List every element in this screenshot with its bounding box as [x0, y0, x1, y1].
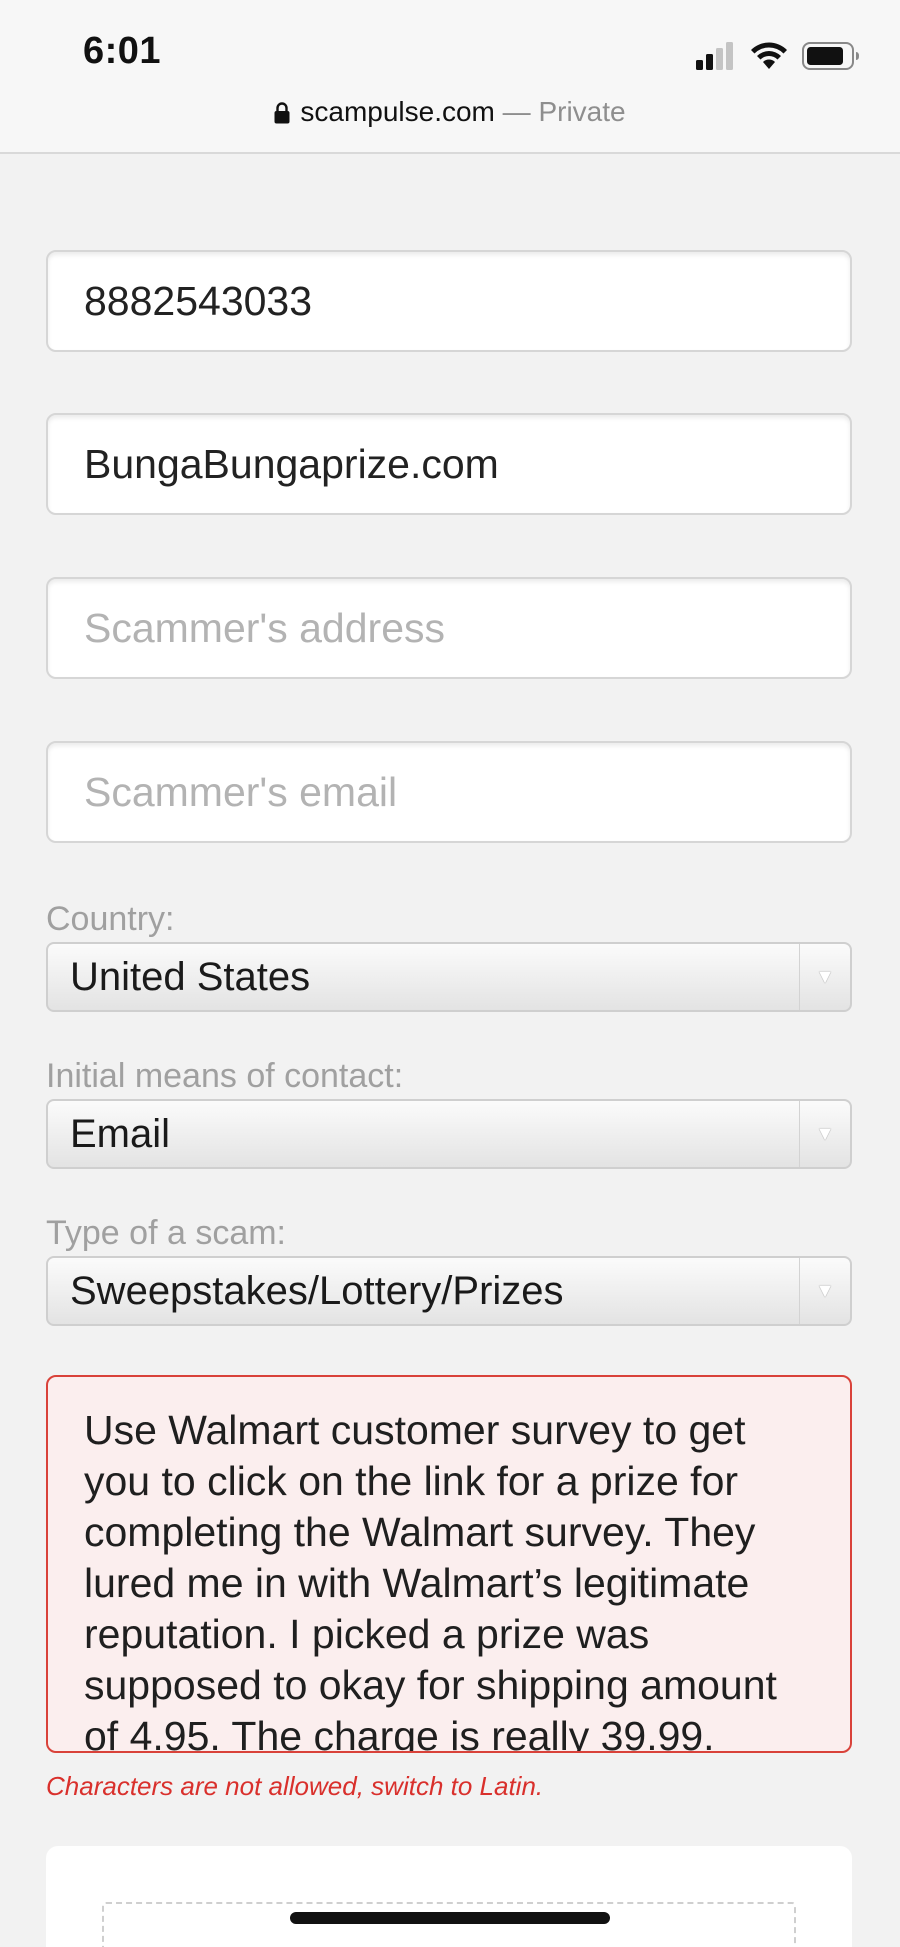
contact-means-selected-value: Email — [70, 1111, 171, 1156]
battery-icon — [802, 42, 859, 70]
email-input[interactable] — [48, 743, 850, 841]
scam-type-label: Type of a scam: — [46, 1214, 286, 1252]
description-error-message: Characters are not allowed, switch to La… — [46, 1771, 544, 1801]
signal-bars-icon — [696, 42, 733, 70]
dropdown-arrow-icon: ▼ — [799, 1258, 850, 1324]
url-separator: — — [502, 96, 531, 127]
wifi-icon — [751, 42, 787, 69]
country-selected-value: United States — [70, 954, 311, 999]
upload-card — [46, 1846, 852, 1947]
website-input[interactable] — [48, 415, 850, 513]
report-form: Country: United States ▼ Initial means o… — [0, 0, 900, 1947]
file-drop-zone[interactable] — [102, 1902, 796, 1947]
status-icons — [696, 38, 860, 74]
description-field[interactable]: Use Walmart customer survey to get you t… — [46, 1375, 852, 1753]
url-bar[interactable]: scampulse.com — Private — [0, 96, 900, 128]
scam-type-select[interactable]: Sweepstakes/Lottery/Prizes ▼ — [46, 1256, 852, 1326]
contact-means-select[interactable]: Email ▼ — [46, 1099, 852, 1169]
description-textarea[interactable]: Use Walmart customer survey to get you t… — [48, 1377, 850, 1751]
url-domain: scampulse.com — [300, 96, 495, 127]
private-mode-label: Private — [538, 96, 626, 127]
email-field[interactable] — [46, 741, 852, 843]
address-input[interactable] — [48, 579, 850, 677]
dropdown-arrow-icon: ▼ — [799, 944, 850, 1010]
phone-input[interactable] — [48, 252, 850, 350]
phone-screen: Country: United States ▼ Initial means o… — [0, 0, 900, 1947]
lock-icon — [274, 102, 290, 124]
home-indicator[interactable] — [290, 1912, 610, 1924]
country-select[interactable]: United States ▼ — [46, 942, 852, 1012]
scam-type-selected-value: Sweepstakes/Lottery/Prizes — [70, 1268, 564, 1313]
website-field[interactable] — [46, 413, 852, 515]
dropdown-arrow-icon: ▼ — [799, 1101, 850, 1167]
address-field[interactable] — [46, 577, 852, 679]
country-label: Country: — [46, 900, 175, 938]
phone-field[interactable] — [46, 250, 852, 352]
browser-top-bar: 6:01 scampulse.com — Private — [0, 0, 900, 154]
status-time: 6:01 — [83, 30, 162, 72]
contact-means-label: Initial means of contact: — [46, 1057, 404, 1095]
